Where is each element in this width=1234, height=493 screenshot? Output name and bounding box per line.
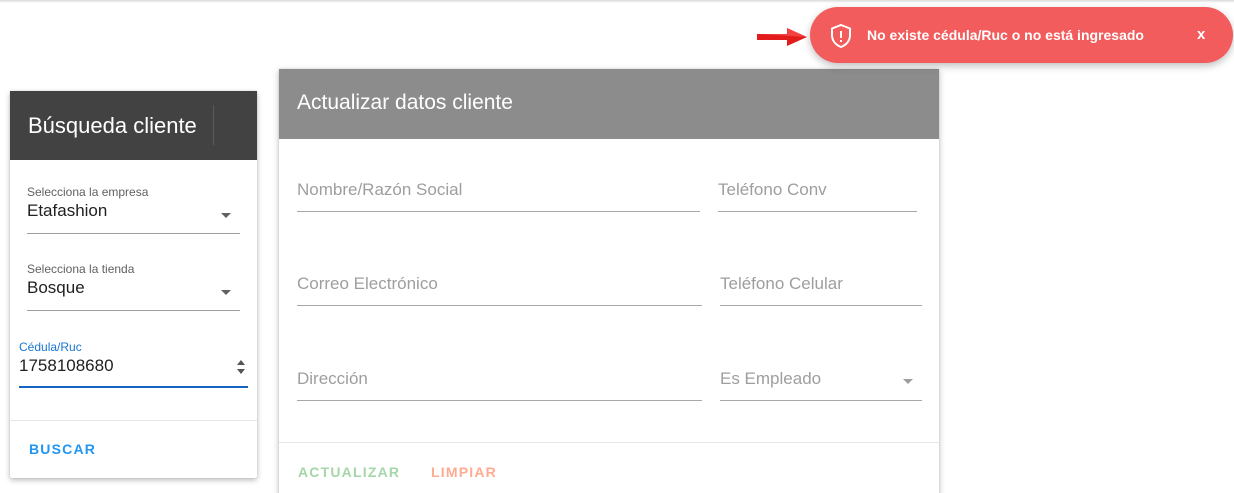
shield-alert-icon	[831, 24, 851, 48]
search-client-card: Búsqueda cliente Selecciona la empresa E…	[10, 91, 257, 478]
correo-underline	[297, 305, 702, 306]
es-empleado-select[interactable]: Es Empleado	[720, 361, 922, 401]
empresa-value: Etafashion	[27, 201, 108, 220]
update-card-title: Actualizar datos cliente	[297, 91, 513, 114]
telefono-conv-underline	[718, 211, 917, 212]
tienda-label: Selecciona la tienda	[27, 262, 135, 276]
cedula-input[interactable]: Cédula/Ruc 1758108680	[19, 340, 248, 388]
update-client-card: Actualizar datos cliente Nombre/Razón So…	[279, 69, 939, 493]
nombre-placeholder: Nombre/Razón Social	[297, 180, 463, 199]
cedula-underline	[19, 386, 248, 388]
stepper-up-icon[interactable]	[237, 360, 245, 365]
tienda-select[interactable]: Selecciona la tienda Bosque	[27, 262, 240, 311]
cedula-value[interactable]: 1758108680	[19, 356, 248, 376]
number-stepper[interactable]	[236, 359, 246, 377]
toast-message: No existe cédula/Ruc o no está ingresado	[867, 27, 1144, 43]
correo-field[interactable]: Correo Electrónico	[297, 266, 702, 306]
tienda-value: Bosque	[27, 278, 85, 297]
search-card-header: Búsqueda cliente	[10, 91, 257, 160]
search-actions-divider	[10, 420, 257, 421]
direccion-underline	[297, 400, 702, 401]
update-actions-divider	[279, 442, 939, 443]
cedula-label: Cédula/Ruc	[19, 340, 82, 354]
chevron-down-icon	[221, 213, 231, 218]
direccion-placeholder: Dirección	[297, 369, 368, 388]
limpiar-button[interactable]: LIMPIAR	[431, 464, 497, 480]
buscar-button[interactable]: BUSCAR	[29, 441, 96, 457]
telefono-conv-field[interactable]: Teléfono Conv	[718, 172, 917, 212]
top-shadow-line	[0, 0, 1234, 3]
empresa-underline	[27, 233, 240, 234]
es-empleado-underline	[720, 400, 922, 401]
chevron-down-icon	[903, 379, 913, 384]
actualizar-button[interactable]: ACTUALIZAR	[298, 464, 400, 480]
header-divider	[213, 105, 214, 145]
telefono-celular-field[interactable]: Teléfono Celular	[720, 266, 922, 306]
nombre-underline	[297, 211, 700, 212]
direccion-field[interactable]: Dirección	[297, 361, 702, 401]
nombre-field[interactable]: Nombre/Razón Social	[297, 172, 700, 212]
error-toast: No existe cédula/Ruc o no está ingresado…	[810, 7, 1233, 63]
es-empleado-placeholder: Es Empleado	[720, 369, 822, 388]
chevron-down-icon	[221, 290, 231, 295]
search-card-title: Búsqueda cliente	[28, 113, 197, 138]
telefono-conv-placeholder: Teléfono Conv	[718, 180, 827, 199]
empresa-select[interactable]: Selecciona la empresa Etafashion	[27, 185, 240, 234]
correo-placeholder: Correo Electrónico	[297, 274, 438, 293]
toast-close-button[interactable]: x	[1197, 26, 1205, 43]
telefono-celular-placeholder: Teléfono Celular	[720, 274, 843, 293]
update-card-header: Actualizar datos cliente	[279, 69, 939, 139]
stepper-down-icon[interactable]	[237, 369, 245, 374]
telefono-celular-underline	[720, 305, 922, 306]
arrow-pointer-icon	[757, 28, 807, 46]
empresa-label: Selecciona la empresa	[27, 185, 149, 199]
tienda-underline	[27, 310, 240, 311]
